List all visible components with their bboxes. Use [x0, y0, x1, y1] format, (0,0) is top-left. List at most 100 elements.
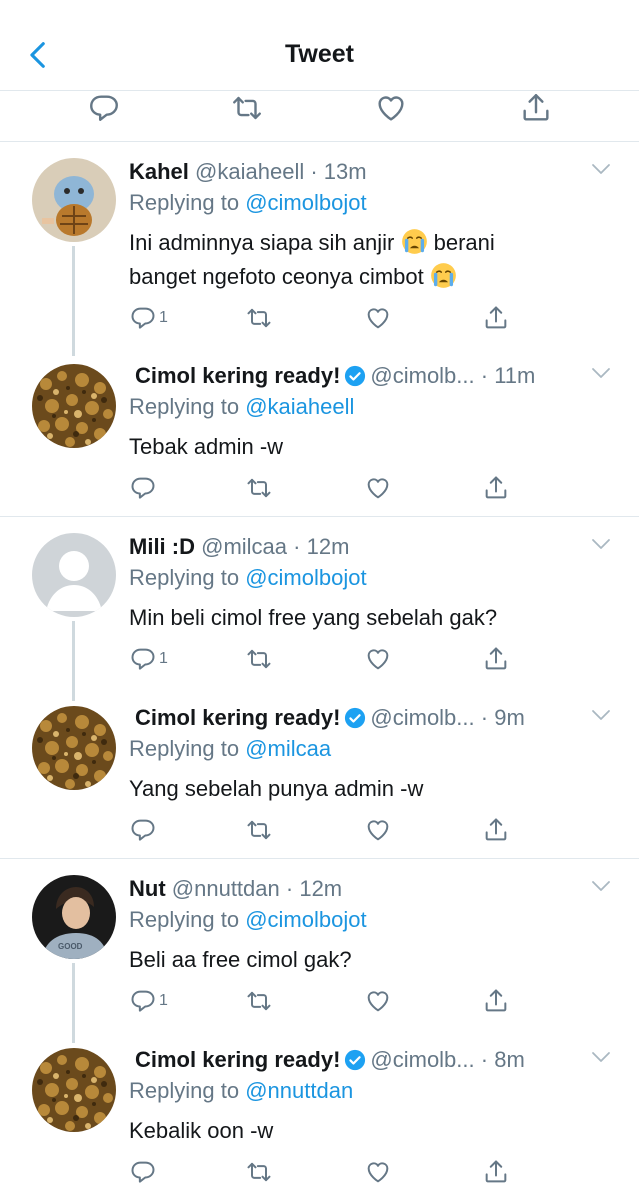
- reply-icon: [129, 645, 157, 673]
- tweet-actions: 1: [129, 304, 519, 334]
- tweet-text: Yang sebelah punya admin -w: [129, 776, 424, 801]
- timestamp[interactable]: · 11m: [481, 363, 536, 388]
- avatar[interactable]: [32, 875, 116, 959]
- like-button[interactable]: [364, 1158, 392, 1186]
- reply-tweet[interactable]: Cimol kering ready! @cimolb... · 11m Repl…: [0, 346, 639, 516]
- avatar[interactable]: [32, 364, 116, 448]
- reply-tweet[interactable]: Cimol kering ready! @cimolb... · 8m Reply…: [0, 1030, 639, 1200]
- share-button[interactable]: [482, 304, 510, 332]
- retweet-button[interactable]: [245, 474, 273, 502]
- avatar[interactable]: [32, 706, 116, 790]
- display-name[interactable]: Cimol kering ready!: [135, 363, 340, 388]
- retweet-button[interactable]: [245, 1158, 273, 1186]
- heart-icon: [364, 1158, 392, 1186]
- heart-icon: [364, 816, 392, 844]
- share-button[interactable]: [519, 91, 553, 125]
- user-handle[interactable]: @milcaa: [201, 534, 287, 559]
- display-name[interactable]: Mili :D: [129, 534, 195, 559]
- tweet-actions: [129, 474, 519, 504]
- reply-icon: [129, 816, 157, 844]
- crying-face-emoji-icon: [430, 262, 457, 289]
- user-handle[interactable]: @cimolb...: [370, 363, 474, 388]
- avatar[interactable]: [32, 158, 116, 242]
- display-name[interactable]: Kahel: [129, 159, 189, 184]
- mention-link[interactable]: @cimolbojot: [245, 190, 366, 215]
- chevron-down-icon[interactable]: [591, 162, 611, 176]
- like-button[interactable]: [364, 645, 392, 673]
- tweet-text: Tebak admin -w: [129, 434, 284, 459]
- chevron-down-icon[interactable]: [591, 1050, 611, 1064]
- reply-icon: [87, 91, 121, 125]
- chevron-down-icon[interactable]: [591, 879, 611, 893]
- thread-connector: [72, 246, 75, 356]
- tweet-text-part: banget ngefoto ceonya cimbot: [129, 264, 424, 289]
- reply-button[interactable]: 1: [129, 304, 168, 332]
- retweet-button[interactable]: [245, 987, 273, 1015]
- display-name[interactable]: Cimol kering ready!: [135, 705, 340, 730]
- reply-button[interactable]: [87, 91, 121, 125]
- mention-link[interactable]: @cimolbojot: [245, 907, 366, 932]
- retweet-icon: [230, 91, 264, 125]
- mention-link[interactable]: @cimolbojot: [245, 565, 366, 590]
- tweet-text-part: berani: [433, 230, 495, 255]
- mention-link[interactable]: @milcaa: [245, 736, 331, 761]
- retweet-icon: [245, 645, 273, 673]
- timestamp[interactable]: · 8m: [481, 1047, 525, 1072]
- reply-tweet[interactable]: Kahel @kaiaheell · 13m Replying to @cimo…: [0, 142, 639, 356]
- replying-prefix: Replying to: [129, 736, 240, 761]
- share-button[interactable]: [482, 645, 510, 673]
- timestamp[interactable]: · 12m: [293, 534, 349, 559]
- avatar[interactable]: [32, 1048, 116, 1132]
- like-button[interactable]: [364, 816, 392, 844]
- like-button[interactable]: [364, 474, 392, 502]
- user-handle[interactable]: @cimolb...: [370, 705, 474, 730]
- chevron-down-icon[interactable]: [591, 366, 611, 380]
- share-button[interactable]: [482, 816, 510, 844]
- like-button[interactable]: [364, 304, 392, 332]
- like-button[interactable]: [364, 987, 392, 1015]
- reply-button[interactable]: 1: [129, 645, 168, 673]
- tweet-actions: 1: [129, 645, 519, 675]
- retweet-button[interactable]: [245, 816, 273, 844]
- reply-count: 1: [159, 992, 168, 1009]
- timestamp[interactable]: · 12m: [286, 876, 342, 901]
- reply-icon: [129, 304, 157, 332]
- share-button[interactable]: [482, 1158, 510, 1186]
- user-handle[interactable]: @kaiaheell: [195, 159, 304, 184]
- page-title: Tweet: [285, 40, 354, 68]
- verified-badge-icon: [344, 707, 366, 729]
- retweet-button[interactable]: [245, 304, 273, 332]
- reply-tweet[interactable]: Mili :D @milcaa · 12m Replying to @cimol…: [0, 517, 639, 701]
- reply-tweet[interactable]: Nut @nnuttdan · 12m Replying to @cimolbo…: [0, 859, 639, 1043]
- display-name[interactable]: Cimol kering ready!: [135, 1047, 340, 1072]
- retweet-button[interactable]: [230, 91, 264, 125]
- heart-icon: [364, 645, 392, 673]
- reply-button[interactable]: [129, 1158, 157, 1186]
- user-handle[interactable]: @nnuttdan: [172, 876, 280, 901]
- timestamp[interactable]: · 13m: [310, 159, 366, 184]
- reply-icon: [129, 987, 157, 1015]
- retweet-icon: [245, 1158, 273, 1186]
- retweet-button[interactable]: [245, 645, 273, 673]
- like-button[interactable]: [374, 91, 408, 125]
- display-name[interactable]: Nut: [129, 876, 166, 901]
- share-icon: [482, 816, 510, 844]
- reply-button[interactable]: 1: [129, 987, 168, 1015]
- replying-prefix: Replying to: [129, 565, 240, 590]
- reply-button[interactable]: [129, 816, 157, 844]
- share-button[interactable]: [482, 474, 510, 502]
- reply-count: 1: [159, 650, 168, 667]
- share-button[interactable]: [482, 987, 510, 1015]
- avatar[interactable]: [32, 533, 116, 617]
- mention-link[interactable]: @kaiaheell: [245, 394, 354, 419]
- reply-button[interactable]: [129, 474, 157, 502]
- timestamp[interactable]: · 9m: [481, 705, 525, 730]
- mention-link[interactable]: @nnuttdan: [245, 1078, 353, 1103]
- tweet-text-part: Ini adminnya siapa sih anjir: [129, 230, 395, 255]
- reply-tweet[interactable]: Cimol kering ready! @cimolb... · 9m Reply…: [0, 688, 639, 858]
- chevron-down-icon[interactable]: [591, 537, 611, 551]
- tweet-text: Kebalik oon -w: [129, 1118, 274, 1143]
- user-handle[interactable]: @cimolb...: [370, 1047, 474, 1072]
- chevron-down-icon[interactable]: [591, 708, 611, 722]
- heart-icon: [364, 987, 392, 1015]
